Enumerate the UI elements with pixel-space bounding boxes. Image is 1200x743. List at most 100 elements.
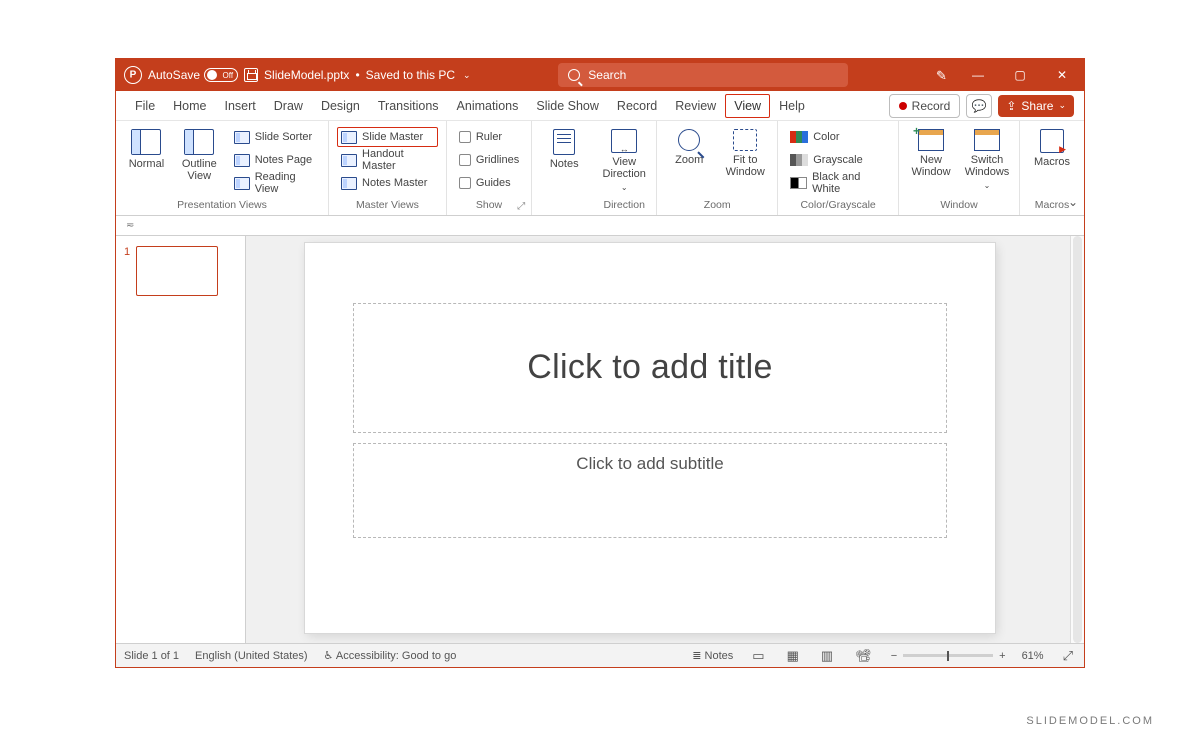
normal-view-icon[interactable]: ▭ (749, 648, 767, 664)
title-chevron-icon[interactable]: ⌄ (463, 70, 471, 81)
normal-icon (131, 129, 161, 155)
slide-canvas[interactable]: Click to add title Click to add subtitle (305, 243, 995, 633)
group-window: + New Window Switch Windows ⌄ Window (899, 121, 1020, 215)
gridlines-checkbox[interactable]: Gridlines (455, 150, 523, 170)
view-direction-button[interactable]: View Direction ⌄ (600, 127, 648, 192)
share-icon: ⇪ (1006, 99, 1016, 113)
tab-insert[interactable]: Insert (216, 93, 265, 119)
view-direction-icon (611, 129, 637, 153)
title-placeholder[interactable]: Click to add title (353, 303, 947, 433)
autosave-label: AutoSave (148, 68, 200, 82)
save-state[interactable]: Saved to this PC (366, 68, 455, 82)
accessibility-icon: ♿︎ (324, 650, 334, 662)
guides-checkbox[interactable]: Guides (455, 173, 523, 193)
new-window-button[interactable]: + New Window (907, 127, 955, 190)
maximize-button[interactable]: ▢ (1006, 64, 1034, 86)
thumbnail-preview (136, 246, 218, 296)
zoom-in-button[interactable]: + (999, 650, 1005, 662)
collapse-ribbon-button[interactable]: ⌄ (1068, 195, 1078, 209)
slideshow-view-icon[interactable]: 📽 (852, 648, 875, 664)
new-window-icon: + (918, 129, 944, 151)
slide-sorter-button[interactable]: Slide Sorter (230, 127, 320, 147)
zoom-button[interactable]: Zoom (665, 127, 713, 178)
minimize-button[interactable]: — (964, 64, 992, 86)
outline-icon (184, 129, 214, 155)
handout-master-icon (341, 154, 357, 167)
checkbox-icon (459, 154, 471, 166)
search-icon (568, 69, 580, 81)
tab-review[interactable]: Review (666, 93, 725, 119)
grayscale-button[interactable]: Grayscale (786, 150, 890, 170)
tab-record[interactable]: Record (608, 93, 666, 119)
slide-editor[interactable]: Click to add title Click to add subtitle (246, 236, 1070, 643)
reading-view-icon[interactable]: ▥ (818, 648, 836, 664)
chevron-down-icon: ⌄ (621, 183, 628, 192)
close-button[interactable]: ✕ (1048, 64, 1076, 86)
tab-draw[interactable]: Draw (265, 93, 312, 119)
notes-master-icon (341, 177, 357, 190)
normal-view-button[interactable]: Normal (124, 127, 169, 193)
tab-view[interactable]: View (725, 94, 770, 118)
language-label[interactable]: English (United States) (195, 650, 308, 662)
tab-slide-show[interactable]: Slide Show (527, 93, 608, 119)
macros-button[interactable]: Macros (1028, 127, 1076, 168)
comments-button[interactable]: 💬 (966, 94, 992, 118)
tab-home[interactable]: Home (164, 93, 215, 119)
tab-help[interactable]: Help (770, 93, 814, 119)
outline-view-button[interactable]: Outline View (177, 127, 222, 193)
notes-toggle[interactable]: ≣ Notes (692, 649, 733, 662)
sorter-view-icon[interactable]: ▦ (784, 648, 802, 664)
group-master-views: Slide Master Handout Master Notes Master… (329, 121, 447, 215)
checkbox-icon (459, 177, 471, 189)
autosave-switch[interactable]: Off (204, 68, 238, 82)
tab-design[interactable]: Design (312, 93, 369, 119)
vertical-scrollbar[interactable] (1070, 236, 1084, 643)
accessibility-status[interactable]: ♿︎ Accessibility: Good to go (324, 649, 457, 662)
zoom-slider[interactable]: − + (891, 650, 1006, 662)
zoom-level[interactable]: 61% (1022, 650, 1044, 662)
group-direction: View Direction ⌄ Direction (592, 121, 657, 215)
slide-thumbnail-1[interactable]: 1 (124, 246, 237, 296)
grayscale-swatch-icon (790, 154, 808, 166)
save-icon[interactable] (244, 68, 258, 82)
zoom-track[interactable] (903, 654, 993, 657)
qat-dropdown[interactable]: ≂ (126, 220, 134, 231)
search-input[interactable]: Search (558, 63, 848, 87)
slide-master-button[interactable]: Slide Master (337, 127, 438, 147)
fit-to-window-button[interactable]: Fit to Window (721, 127, 769, 178)
slide-sorter-icon (234, 131, 250, 144)
tab-transitions[interactable]: Transitions (369, 93, 448, 119)
notes-button-group: Notes (532, 121, 592, 215)
notes-button[interactable]: Notes (540, 127, 588, 170)
chevron-down-icon: ⌄ (1058, 100, 1066, 111)
record-dot-icon (899, 102, 907, 110)
show-dialog-launcher[interactable]: ⤢ (517, 201, 525, 212)
notes-page-icon (234, 154, 250, 167)
main-area: 1 Click to add title Click to add subtit… (116, 236, 1084, 643)
quick-access-row: ≂ (116, 216, 1084, 236)
share-button[interactable]: ⇪ Share ⌄ (998, 95, 1074, 117)
color-button[interactable]: Color (786, 127, 890, 147)
color-swatch-icon (790, 131, 808, 143)
tab-file[interactable]: File (126, 93, 164, 119)
fit-icon (733, 129, 757, 151)
file-name[interactable]: SlideModel.pptx (264, 68, 349, 82)
zoom-out-button[interactable]: − (891, 650, 897, 662)
autosave-toggle[interactable]: AutoSave Off (148, 68, 238, 82)
tab-animations[interactable]: Animations (448, 93, 528, 119)
black-and-white-button[interactable]: Black and White (786, 173, 890, 193)
fit-to-window-icon[interactable]: ⤢ (1060, 648, 1076, 664)
reading-view-button[interactable]: Reading View (230, 173, 320, 193)
title-separator: • (355, 68, 359, 82)
switch-windows-button[interactable]: Switch Windows ⌄ (963, 127, 1011, 190)
ruler-checkbox[interactable]: Ruler (455, 127, 523, 147)
notes-master-button[interactable]: Notes Master (337, 173, 438, 193)
slide-counter[interactable]: Slide 1 of 1 (124, 650, 179, 662)
search-placeholder: Search (588, 68, 626, 82)
subtitle-placeholder[interactable]: Click to add subtitle (353, 443, 947, 538)
record-button[interactable]: Record (889, 94, 961, 118)
notes-page-button[interactable]: Notes Page (230, 150, 320, 170)
slide-thumbnails-pane[interactable]: 1 (116, 236, 246, 643)
drawing-mode-icon[interactable] (936, 68, 950, 82)
handout-master-button[interactable]: Handout Master (337, 150, 438, 170)
